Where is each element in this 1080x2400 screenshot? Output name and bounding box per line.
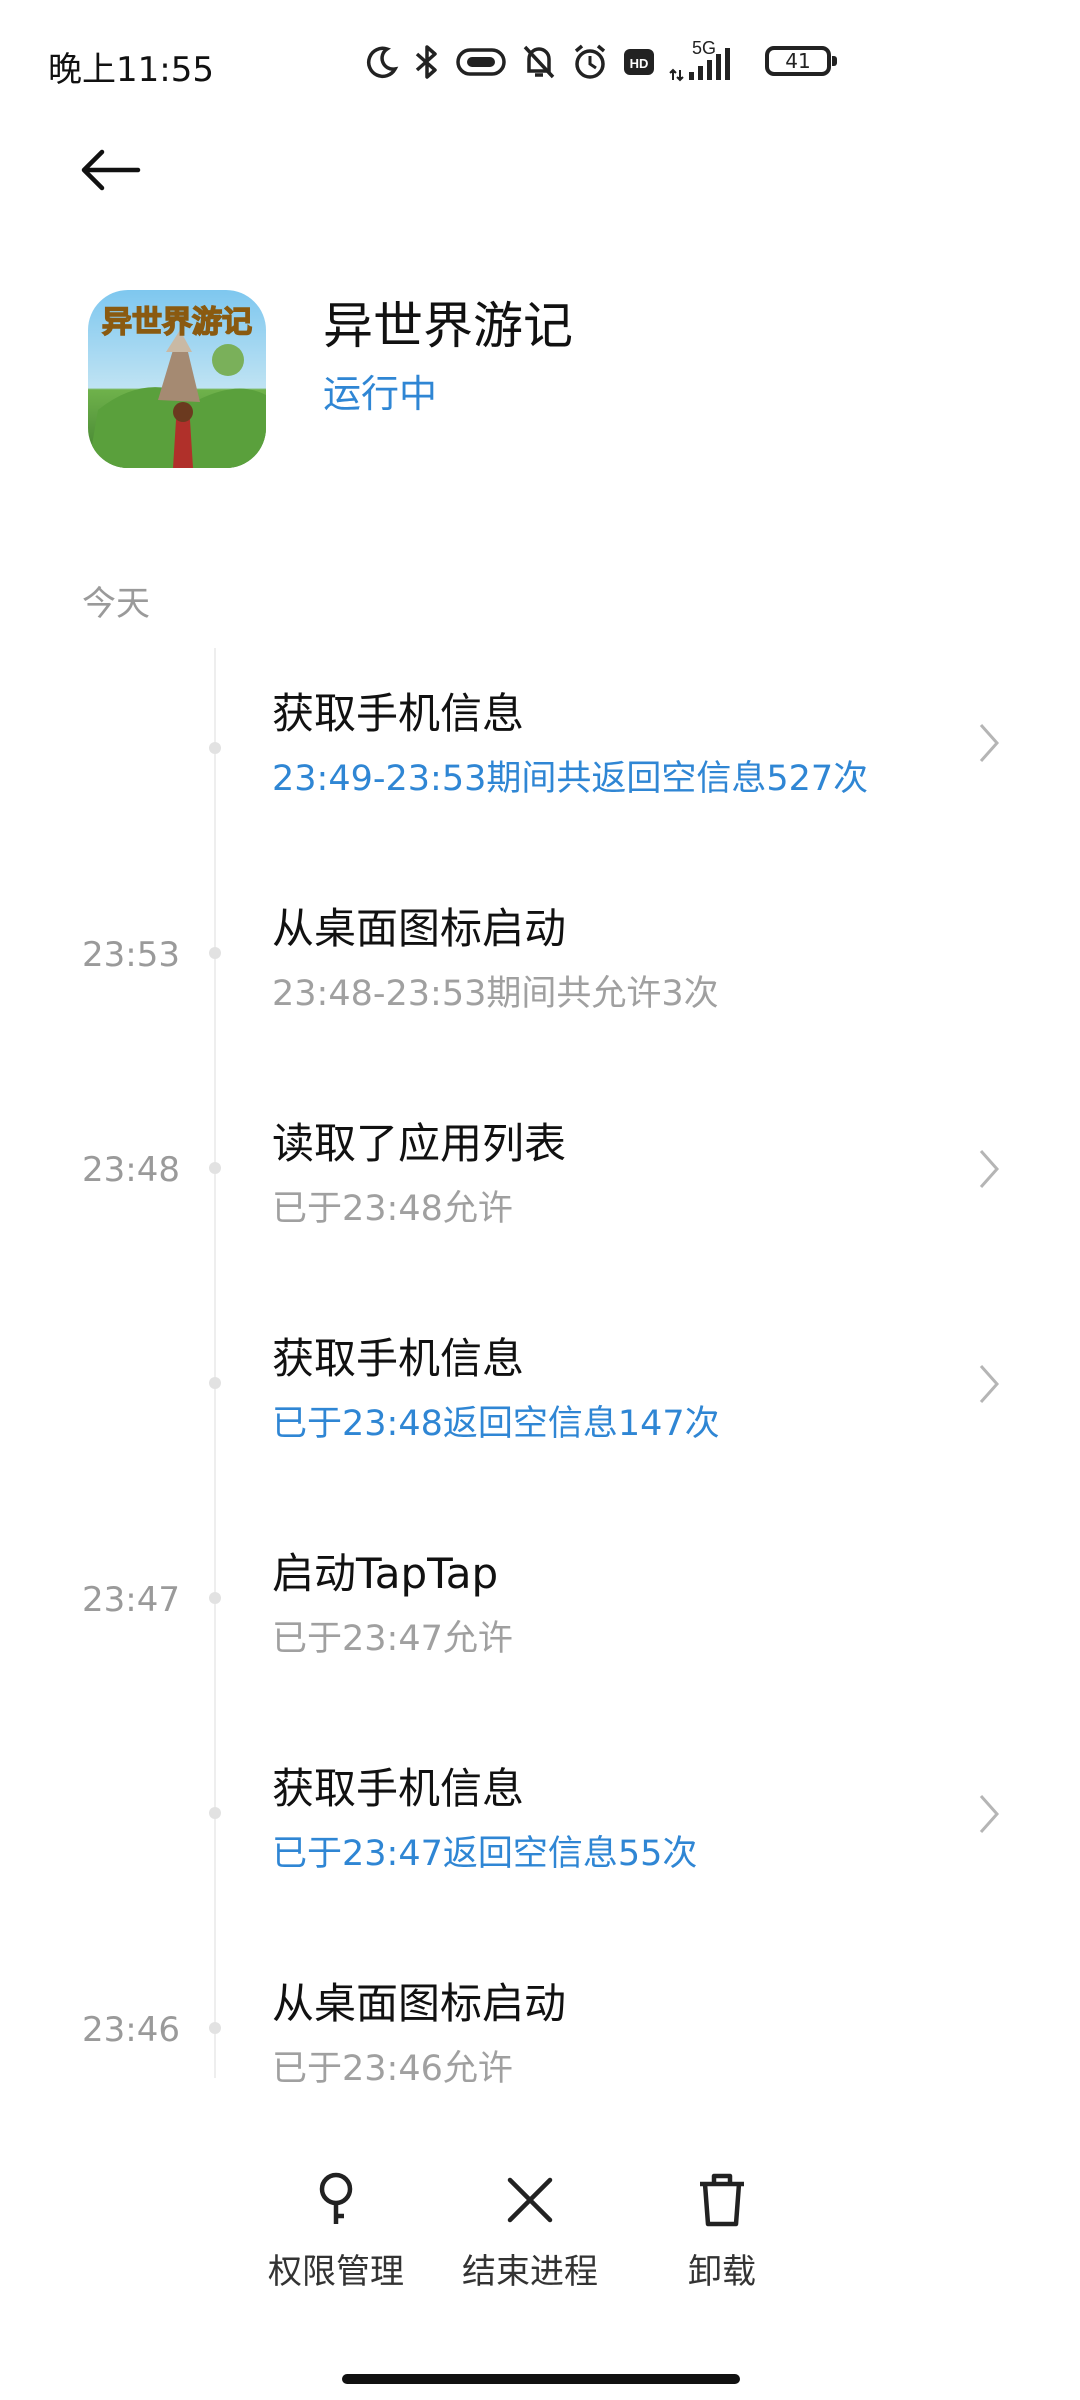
permissions-button[interactable]: 权限管理 [246,2170,426,2293]
battery-level: 41 [785,49,811,73]
chevron-right-icon [972,1359,1006,1409]
event-title: 获取手机信息 [272,689,525,738]
event-title: 从桌面图标启动 [272,904,567,953]
timeline-event: 23:53 从桌面图标启动 23:48-23:53期间共允许3次 [0,895,1080,1095]
home-indicator[interactable] [342,2374,740,2384]
mute-bell-icon [523,45,555,79]
game-artwork-icon: 异世界游记 [88,290,266,468]
hd-icon: HD [624,49,654,75]
chevron-right-icon [972,718,1006,768]
app-icon: 异世界游记 [88,290,266,468]
event-detail: 23:48-23:53期间共允许3次 [272,974,719,1014]
bluetooth-icon [415,45,437,79]
event-dot [209,1162,221,1174]
event-time: 23:46 [82,2010,180,2050]
event-dot [209,1377,221,1389]
event-time: 23:47 [82,1580,180,1620]
timeline-event: 23:46 从桌面图标启动 已于23:46允许 [0,1970,1080,2170]
app-name: 异世界游记 [323,297,573,355]
permissions-label: 权限管理 [268,2252,404,2292]
status-bar: 晚上11:55 HD 5G 41 [0,0,1080,120]
kill-process-label: 结束进程 [462,2252,598,2292]
event-dot [209,1807,221,1819]
event-detail: 已于23:47返回空信息55次 [272,1834,698,1874]
event-title: 启动TapTap [272,1549,499,1598]
key-icon [319,2172,353,2224]
back-arrow-icon [81,149,141,191]
event-dot [209,1592,221,1604]
event-dot [209,947,221,959]
event-time: 23:48 [82,1150,180,1190]
bottom-action-bar: 权限管理 结束进程 卸载 [0,2170,1080,2330]
event-title: 读取了应用列表 [272,1119,567,1168]
battery-icon: 41 [765,46,837,76]
timeline-event[interactable]: 23:48 读取了应用列表 已于23:48允许 [0,1110,1080,1310]
close-icon [507,2177,553,2223]
event-detail: 已于23:46允许 [272,2049,513,2089]
do-not-disturb-icon [366,46,399,79]
timeline-event[interactable]: 获取手机信息 已于23:47返回空信息55次 [0,1755,1080,1955]
chevron-right-icon [972,1789,1006,1839]
trash-icon [700,2173,744,2227]
uninstall-button[interactable]: 卸载 [632,2170,812,2293]
event-detail: 已于23:47允许 [272,1619,513,1659]
timeline-event: 23:47 启动TapTap 已于23:47允许 [0,1540,1080,1740]
event-time: 23:53 [82,935,180,975]
event-detail: 23:49-23:53期间共返回空信息527次 [272,759,869,799]
timeline-event[interactable]: 获取手机信息 23:49-23:53期间共返回空信息527次 [0,680,1080,880]
svg-text:HD: HD [630,56,649,71]
alarm-icon [574,44,606,79]
event-title: 获取手机信息 [272,1334,525,1383]
kill-process-button[interactable]: 结束进程 [440,2170,620,2293]
event-detail: 已于23:48返回空信息147次 [272,1404,720,1444]
app-status: 运行中 [323,372,438,416]
network-type: 5G [692,38,717,58]
event-title: 从桌面图标启动 [272,1979,567,2028]
back-button[interactable] [70,135,150,205]
event-dot [209,742,221,754]
event-detail: 已于23:48允许 [272,1189,513,1229]
uninstall-label: 卸载 [688,2252,756,2292]
app-icon-title: 异世界游记 [102,305,252,340]
chevron-right-icon [972,1144,1006,1194]
section-label-today: 今天 [82,584,150,624]
event-dot [209,2022,221,2034]
status-icons: HD [365,40,733,84]
vibrate-icon [456,48,506,76]
timeline-event[interactable]: 获取手机信息 已于23:48返回空信息147次 [0,1325,1080,1525]
status-time: 晚上11:55 [48,50,214,90]
event-title: 获取手机信息 [272,1764,525,1813]
